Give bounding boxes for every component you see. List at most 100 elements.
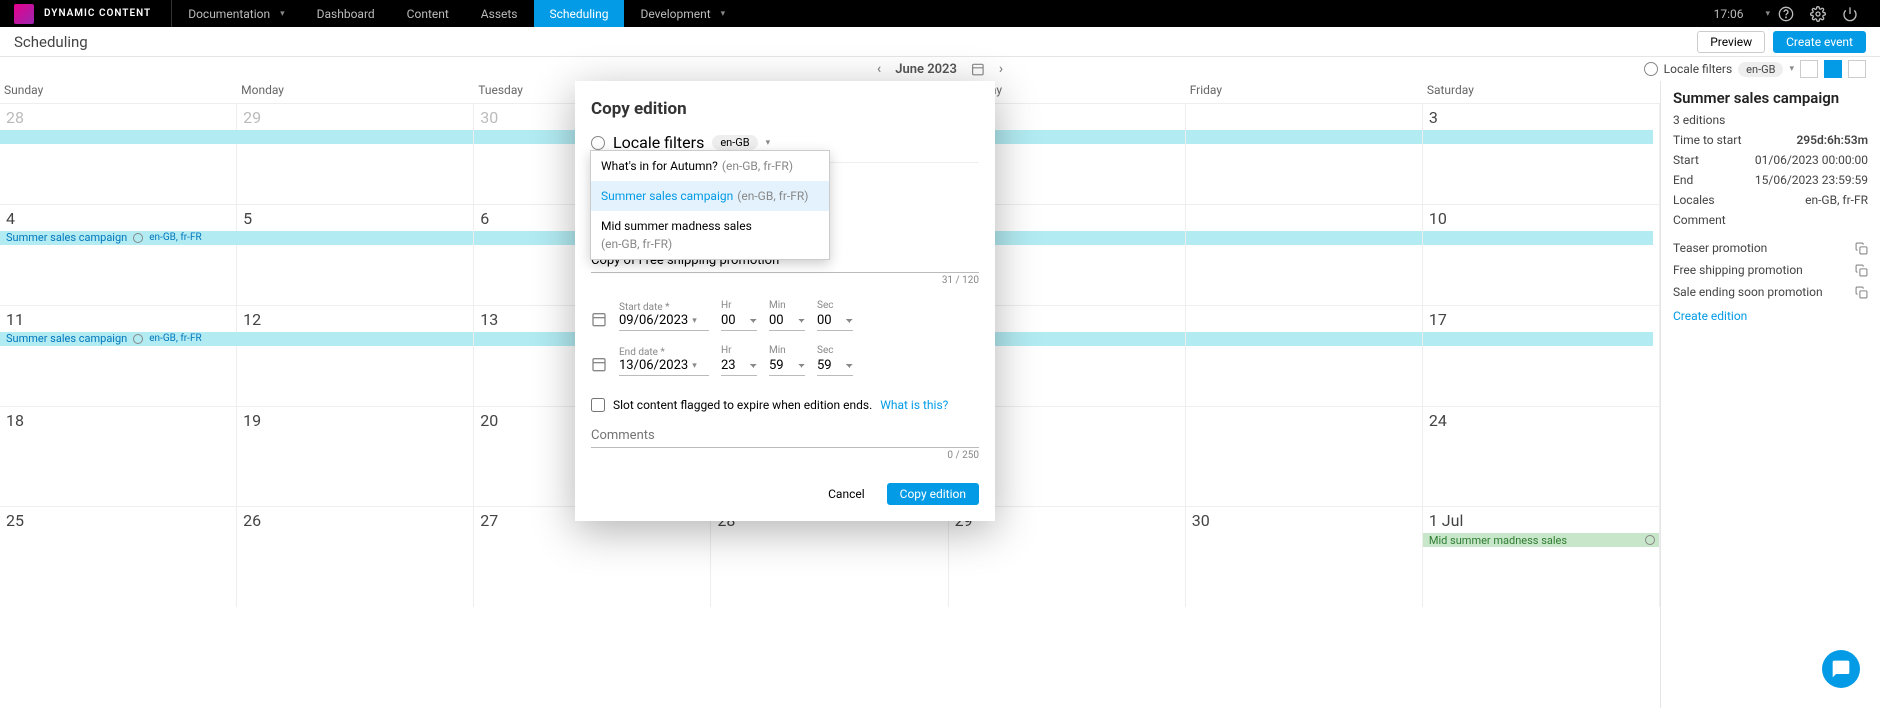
campaign-dropdown-item[interactable]: Summer sales campaign (en-GB, fr-FR)	[591, 181, 829, 211]
calendar-icon[interactable]	[591, 356, 607, 376]
chevron-down-icon: ▾	[1789, 64, 1794, 74]
start-date-input[interactable]: 09/06/2023▾	[619, 313, 709, 331]
campaign-dropdown-item[interactable]: Mid summer madness sales (en-GB, fr-FR)	[591, 211, 829, 259]
calendar-cell[interactable]: 24	[1423, 406, 1660, 507]
preview-button[interactable]: Preview	[1697, 31, 1765, 53]
chevron-down-icon: ▾	[721, 9, 726, 19]
side-end-value: 15/06/2023 23:59:59	[1755, 173, 1868, 187]
power-icon[interactable]	[1834, 6, 1866, 22]
start-hr-select[interactable]: 00	[721, 311, 757, 331]
copy-edition-dialog: Copy edition Locale filters en-GB ▾ 31 /…	[575, 81, 995, 521]
side-panel: Summer sales campaign 3 editions Time to…	[1660, 81, 1880, 708]
start-sec-select[interactable]: 00	[817, 311, 853, 331]
calendar-cell[interactable]: 11Summer sales campaign en-GB, fr-FR	[0, 305, 237, 406]
next-month-icon[interactable]: ›	[999, 61, 1003, 77]
calendar-cell[interactable]: 5	[237, 204, 474, 305]
dropdown-item-title: What's in for Autumn?	[601, 159, 718, 173]
calendar-cell[interactable]	[1186, 305, 1423, 406]
clock: 17:06	[1714, 7, 1756, 21]
slot-expire-checkbox[interactable]	[591, 398, 605, 412]
globe-icon	[1644, 62, 1658, 76]
comments-input[interactable]	[591, 424, 979, 448]
calendar-cell[interactable]	[1186, 406, 1423, 507]
end-sec-select[interactable]: 59	[817, 356, 853, 376]
chat-widget[interactable]	[1822, 650, 1860, 688]
event-bar-mid-summer[interactable]: Mid summer madness sales	[1423, 533, 1659, 547]
locale-filter[interactable]: Locale filters en-GB ▾	[1644, 60, 1866, 78]
side-edition-label: Teaser promotion	[1673, 241, 1767, 255]
end-date-input[interactable]: 13/06/2023▾	[619, 358, 709, 376]
side-edition-label: Sale ending soon promotion	[1673, 285, 1823, 299]
calendar-icon[interactable]	[971, 62, 985, 76]
calendar-cell[interactable]: 17	[1423, 305, 1660, 406]
nav-dashboard[interactable]: Dashboard	[301, 0, 391, 27]
calendar-cell[interactable]: 12	[237, 305, 474, 406]
locale-filter-label: Locale filters	[1664, 62, 1733, 76]
calendar-cell[interactable]: 18	[0, 406, 237, 507]
campaign-dropdown-item[interactable]: What's in for Autumn? (en-GB, fr-FR)	[591, 151, 829, 181]
side-edition-label: Free shipping promotion	[1673, 263, 1803, 277]
gear-icon[interactable]	[1802, 6, 1834, 22]
calendar-icon[interactable]	[591, 311, 607, 331]
campaign-dropdown: What's in for Autumn? (en-GB, fr-FR)Summ…	[590, 150, 830, 260]
event-bar-label: Mid summer madness sales	[1429, 534, 1567, 547]
copy-icon[interactable]	[1855, 264, 1868, 277]
calendar-cell[interactable]: 25	[0, 506, 237, 607]
side-edition-item[interactable]: Free shipping promotion	[1673, 259, 1868, 281]
end-min-select[interactable]: 59	[769, 356, 805, 376]
side-comment-label: Comment	[1673, 213, 1726, 227]
date-number: 20	[480, 411, 498, 430]
calendar-cell[interactable]: 4Summer sales campaign en-GB, fr-FR	[0, 204, 237, 305]
comments-counter: 0 / 250	[591, 450, 979, 461]
copy-icon[interactable]	[1855, 286, 1868, 299]
calendar-cell[interactable]: 26	[237, 506, 474, 607]
side-edition-item[interactable]: Teaser promotion	[1673, 237, 1868, 259]
calendar-cell[interactable]	[1186, 204, 1423, 305]
create-event-button[interactable]: Create event	[1773, 31, 1866, 53]
end-hr-select[interactable]: 23	[721, 356, 757, 376]
side-locales-value: en-GB, fr-FR	[1805, 193, 1868, 207]
view-toggle-3[interactable]	[1848, 60, 1866, 78]
side-start-label: Start	[1673, 153, 1699, 167]
nav-environment[interactable]: Development ▾	[624, 0, 741, 27]
date-number: 18	[6, 411, 24, 430]
date-number: 28	[6, 108, 24, 127]
calendar-cell[interactable]: 29	[237, 103, 474, 204]
calendar-cell[interactable]: 19	[237, 406, 474, 507]
copy-icon[interactable]	[1855, 242, 1868, 255]
nav-documentation[interactable]: Documentation ▾	[172, 0, 300, 27]
calendar-cell[interactable]: 27	[474, 506, 711, 607]
date-number: 27	[480, 511, 498, 530]
help-icon[interactable]	[1770, 6, 1802, 22]
calendar-cell[interactable]: 1 Jul Mid summer madness sales	[1423, 506, 1660, 607]
date-number: 24	[1429, 411, 1447, 430]
calendar-cell[interactable]: 29	[949, 506, 1186, 607]
date-number: 11	[6, 310, 24, 329]
create-edition-link[interactable]: Create edition	[1673, 309, 1868, 323]
date-number: 13	[480, 310, 498, 329]
nav-assets[interactable]: Assets	[465, 0, 534, 27]
view-toggle-1[interactable]	[1800, 60, 1818, 78]
date-number: 1 Jul	[1429, 511, 1464, 530]
what-is-this-link[interactable]: What is this?	[880, 398, 948, 412]
side-event-title: Summer sales campaign	[1673, 89, 1868, 107]
view-toggle-2[interactable]	[1824, 60, 1842, 78]
start-min-select[interactable]: 00	[769, 311, 805, 331]
day-header: Sunday	[0, 83, 237, 97]
calendar-cell[interactable]: 28	[0, 103, 237, 204]
nav-content[interactable]: Content	[391, 0, 465, 27]
calendar-cell[interactable]: 10	[1423, 204, 1660, 305]
calendar-cell[interactable]: 30	[1186, 506, 1423, 607]
calendar-cell[interactable]: 28	[711, 506, 948, 607]
copy-edition-button[interactable]: Copy edition	[887, 483, 979, 505]
date-number: 30	[480, 108, 498, 127]
nav-scheduling[interactable]: Scheduling	[534, 0, 625, 27]
brand-text: DYNAMIC CONTENT	[44, 8, 151, 19]
side-edition-item[interactable]: Sale ending soon promotion	[1673, 281, 1868, 303]
date-number: 3	[1429, 108, 1438, 127]
side-time-label: Time to start	[1673, 133, 1742, 147]
prev-month-icon[interactable]: ‹	[877, 61, 881, 77]
calendar-cell[interactable]: 3	[1423, 103, 1660, 204]
calendar-cell[interactable]	[1186, 103, 1423, 204]
cancel-button[interactable]: Cancel	[816, 483, 877, 505]
